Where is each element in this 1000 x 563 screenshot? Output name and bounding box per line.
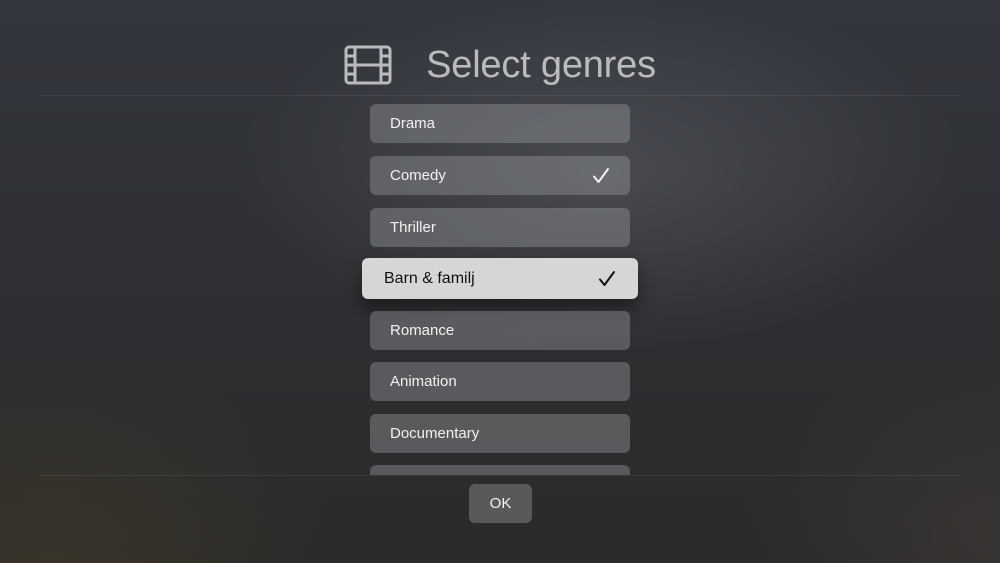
genre-item-documentary[interactable]: Documentary [370,414,630,453]
genre-list[interactable]: Drama Comedy Thriller Barn & familj Roma… [0,96,1000,475]
genre-item-thriller[interactable]: Thriller [370,208,630,247]
genre-item-partial[interactable] [370,465,630,475]
bottom-divider [40,475,960,476]
header: Select genres [0,40,1000,90]
genre-label: Barn & familj [384,269,475,287]
checkmark-icon [593,167,609,183]
ok-button[interactable]: OK [469,484,532,523]
page-title: Select genres [426,43,656,86]
genre-label: Drama [390,115,436,132]
genre-label: Comedy [390,167,446,184]
genre-item-barn-familj[interactable]: Barn & familj [362,258,638,299]
genre-item-comedy[interactable]: Comedy [370,156,630,195]
checkmark-icon [599,270,615,286]
genre-label: Thriller [390,219,436,236]
genre-selection-screen: Select genres Drama Comedy Thriller Barn… [0,0,1000,563]
film-strip-icon [344,45,392,85]
genre-label: Animation [390,373,457,390]
genre-item-drama[interactable]: Drama [370,104,630,143]
genre-label: Documentary [390,425,480,442]
genre-item-animation[interactable]: Animation [370,362,630,401]
genre-item-romance[interactable]: Romance [370,311,630,350]
genre-label: Romance [390,322,455,339]
